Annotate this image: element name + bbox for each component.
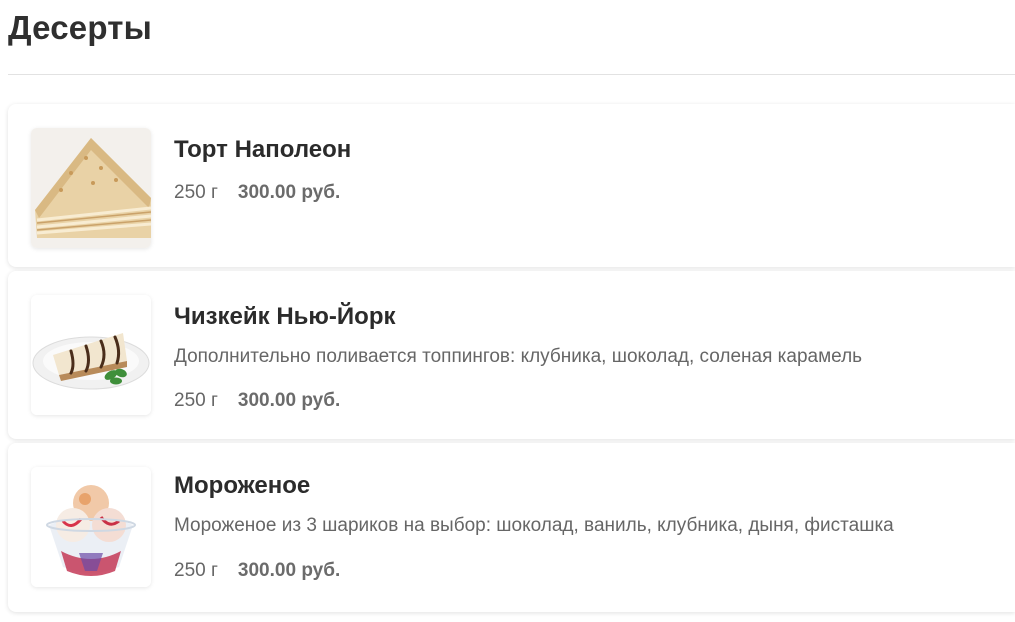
item-meta: 250 г 300.00 руб. <box>174 182 340 204</box>
item-weight: 250 г <box>174 182 218 203</box>
section-title: Десерты <box>8 9 153 46</box>
menu-item-card[interactable]: Торт Наполеон 250 г 300.00 руб. <box>8 104 1015 267</box>
item-name: Мороженое <box>174 472 311 499</box>
dessert-list: Торт Наполеон 250 г 300.00 руб. Чизкейк … <box>8 104 1015 616</box>
cheesecake-image[interactable] <box>31 295 151 415</box>
item-price: 300.00 руб. <box>237 390 341 411</box>
item-meta: 250 г 300.00 руб. <box>174 390 340 412</box>
item-name: Торт Наполеон <box>174 136 352 163</box>
napoleon-cake-image[interactable] <box>31 128 151 248</box>
menu-page: Десерты Торт Наполеон 250 г 300.00 руб. … <box>0 0 1015 622</box>
item-weight: 250 г <box>174 560 218 581</box>
item-description: Мороженое из 3 шариков на выбор: шоколад… <box>174 515 894 536</box>
menu-item-card[interactable]: Мороженое Мороженое из 3 шариков на выбо… <box>8 443 1015 612</box>
item-description: Дополнительно поливается топпингов: клуб… <box>174 346 863 367</box>
item-price: 300.00 руб. <box>237 560 341 581</box>
item-price: 300.00 руб. <box>237 182 341 203</box>
section-divider <box>8 74 1015 75</box>
item-weight: 250 г <box>174 390 218 411</box>
item-name: Чизкейк Нью-Йорк <box>174 303 396 330</box>
ice-cream-image[interactable] <box>31 467 151 587</box>
item-meta: 250 г 300.00 руб. <box>174 560 340 582</box>
menu-item-card[interactable]: Чизкейк Нью-Йорк Дополнительно поливаетс… <box>8 271 1015 439</box>
